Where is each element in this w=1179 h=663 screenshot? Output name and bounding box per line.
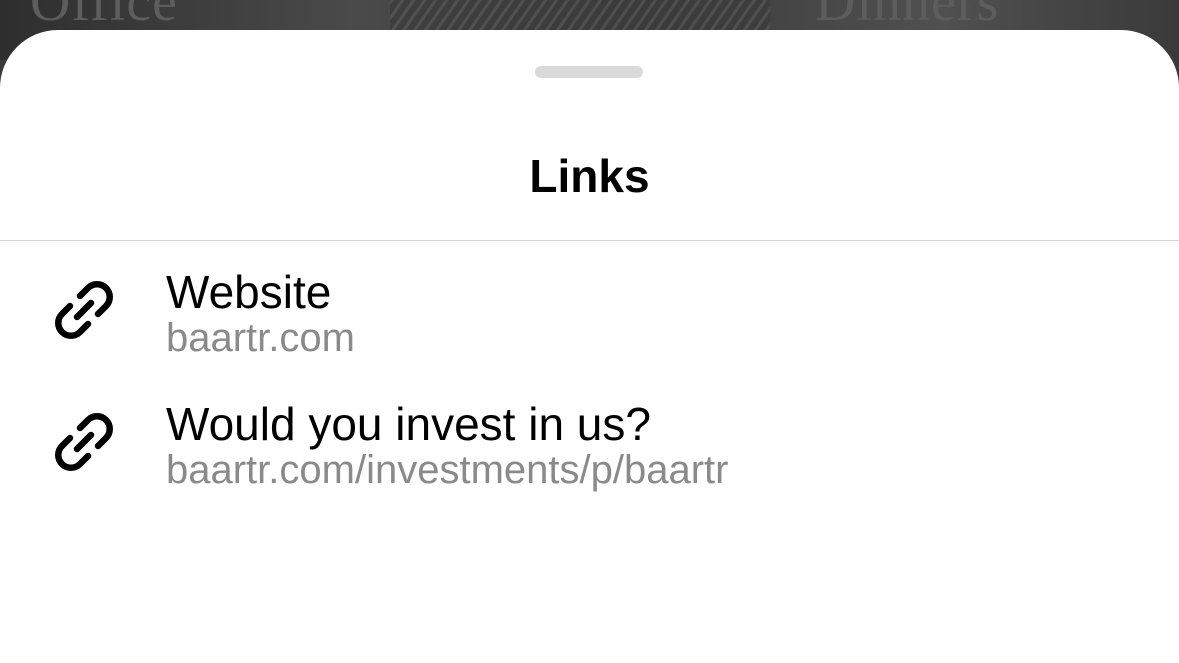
background-word-left: Office bbox=[30, 0, 178, 33]
link-title: Would you invest in us? bbox=[166, 398, 651, 450]
link-item-investments[interactable]: Would you invest in us? baartr.com/inves… bbox=[0, 396, 1179, 506]
link-icon bbox=[55, 413, 113, 471]
background-pattern bbox=[390, 0, 770, 30]
link-url: baartr.com/investments/p/baartr bbox=[166, 448, 729, 492]
link-title: Website bbox=[166, 266, 332, 318]
link-item-website[interactable]: Website baartr.com bbox=[0, 264, 1179, 374]
link-icon bbox=[55, 281, 113, 339]
background-word-right: Dinners bbox=[815, 0, 1000, 33]
sheet-grabber-handle[interactable] bbox=[535, 66, 643, 78]
sheet-title: Links bbox=[529, 150, 650, 202]
links-bottom-sheet: Links Website baartr.com Would you inves… bbox=[0, 30, 1179, 663]
divider bbox=[0, 240, 1179, 241]
link-url: baartr.com bbox=[166, 316, 355, 360]
